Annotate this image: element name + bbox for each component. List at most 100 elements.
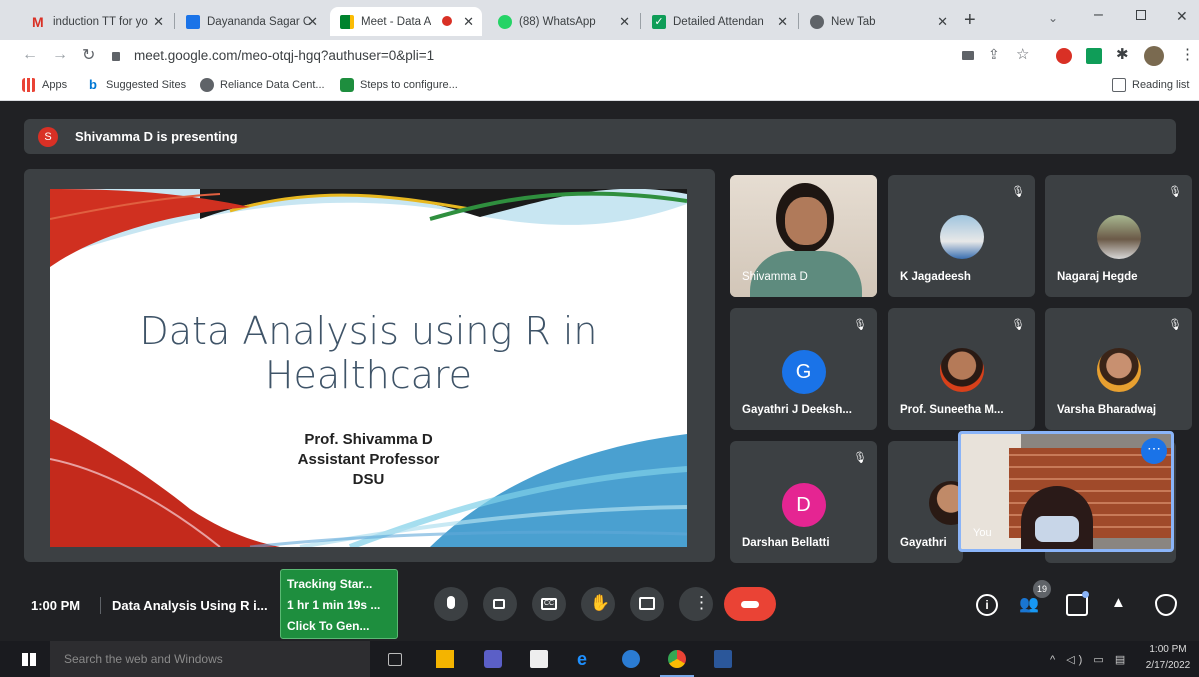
bookmark-app-icon	[340, 78, 354, 92]
reading-list-label: Reading list	[1132, 79, 1190, 91]
close-tab-icon[interactable]: ✕	[153, 14, 164, 30]
bing-icon: b	[89, 77, 97, 92]
bookmark-label: Suggested Sites	[106, 79, 187, 91]
word-icon[interactable]	[714, 650, 732, 668]
attendance-tracker-popup[interactable]: Tracking Star... 1 hr 1 min 19s ... Clic…	[280, 569, 398, 639]
reading-list-button[interactable]: Reading list	[1112, 78, 1189, 92]
bookmark-star-icon[interactable]: ☆	[1016, 45, 1029, 63]
mic-button[interactable]	[434, 587, 468, 621]
tab-meet[interactable]: Meet - Data A ✕	[330, 7, 482, 36]
close-tab-icon[interactable]: ✕	[463, 14, 474, 30]
system-tray-icons[interactable]: ^ ◁) ▭ ▤	[1050, 653, 1129, 666]
leave-call-button[interactable]	[724, 587, 776, 621]
close-tab-icon[interactable]: ✕	[777, 14, 788, 30]
slide-title-line2: Healthcare	[264, 353, 473, 397]
extensions-puzzle-icon[interactable]: ✱	[1116, 45, 1129, 63]
edge-icon[interactable]: e	[577, 650, 587, 668]
taskbar-search-box[interactable]: Search the web and Windows	[50, 641, 370, 677]
participant-tile-suneetha[interactable]: 🎙 Prof. Suneetha M...	[888, 308, 1035, 430]
participant-name: Nagaraj Hegde	[1057, 271, 1138, 283]
meet-icon	[340, 14, 354, 29]
self-view-more-icon[interactable]: ⋯	[1141, 438, 1167, 464]
bookmark-apps[interactable]: Apps	[22, 78, 67, 92]
participant-tile-nagaraj-hegde[interactable]: 🎙 Nagaraj Hegde	[1045, 175, 1192, 297]
captions-icon: CC	[541, 598, 557, 610]
participant-avatar	[1096, 348, 1141, 392]
participant-count-badge: 19	[1033, 580, 1051, 598]
bookmark-reliance[interactable]: Reliance Data Cent...	[200, 78, 325, 92]
meeting-details-icon[interactable]: i	[976, 594, 998, 616]
file-explorer-icon[interactable]	[436, 650, 454, 668]
participant-tile-darshan[interactable]: 🎙 D Darshan Bellatti	[730, 441, 877, 563]
present-now-button[interactable]	[630, 587, 664, 621]
back-icon[interactable]: ←	[22, 46, 38, 64]
self-view-tile[interactable]: You ⋯	[958, 431, 1174, 552]
chrome-taskbar-icon[interactable]	[668, 650, 686, 668]
chrome-icon	[810, 14, 824, 29]
task-view-icon[interactable]	[388, 653, 402, 666]
url-bar[interactable]: meet.google.com/meo-otqj-hgq?authuser=0&…	[108, 44, 948, 68]
bookmark-label: Steps to configure...	[360, 79, 458, 91]
store-icon[interactable]	[530, 650, 548, 668]
more-vert-icon: ⋮	[693, 593, 710, 612]
participant-tile-shivamma[interactable]: Shivamma D	[730, 175, 877, 297]
participant-name: Prof. Suneetha M...	[900, 404, 1004, 416]
browser-tab-bar: M induction TT for yo ✕ Dayananda Sagar …	[0, 0, 1199, 40]
teams-icon[interactable]	[484, 650, 502, 668]
close-tab-icon[interactable]: ✕	[619, 14, 630, 30]
presenting-text: Shivamma D is presenting	[75, 129, 238, 144]
windows-start-icon[interactable]	[22, 653, 36, 666]
tab-attendance[interactable]: ✓ Detailed Attendan ✕	[642, 7, 796, 36]
presenting-banner: S Shivamma D is presenting	[24, 119, 1176, 154]
bookmark-suggested-sites[interactable]: b Suggested Sites	[86, 78, 186, 92]
tab-whatsapp[interactable]: (88) WhatsApp ✕	[488, 7, 638, 36]
tab-label: Meet - Data A	[361, 15, 431, 28]
mic-icon	[447, 596, 455, 609]
participant-name: K Jagadeesh	[900, 271, 971, 283]
participant-tile-gayathri[interactable]: Gayathri	[888, 441, 963, 563]
tracker-duration: 1 hr 1 min 19s ...	[287, 598, 381, 612]
close-tab-icon[interactable]: ✕	[937, 14, 948, 30]
app-icon[interactable]	[622, 650, 640, 668]
bookmark-label: Reliance Data Cent...	[220, 79, 325, 91]
self-view-mask	[1035, 516, 1079, 542]
tab-search-chevron-icon[interactable]: ⌄	[1048, 11, 1058, 25]
presenter-avatar: S	[38, 127, 58, 147]
camera-button[interactable]	[483, 587, 517, 621]
raise-hand-button[interactable]: ✋	[581, 587, 615, 621]
more-options-button[interactable]: ⋮	[679, 587, 713, 621]
tracker-generate-link[interactable]: Click To Gen...	[287, 616, 391, 637]
bookmarks-bar: Apps b Suggested Sites Reliance Data Cen…	[0, 72, 1199, 101]
mic-off-icon: 🎙	[853, 319, 867, 331]
reload-icon[interactable]: ↻	[82, 45, 95, 65]
extension-record-icon[interactable]	[1056, 48, 1072, 64]
tab-new-tab[interactable]: New Tab ✕	[800, 7, 956, 36]
participant-tile-k-jagadeesh[interactable]: 🎙 K Jagadeesh	[888, 175, 1035, 297]
minimize-icon[interactable]: –	[1094, 6, 1103, 24]
share-icon[interactable]: ⇪	[988, 46, 1000, 63]
bookmark-steps[interactable]: Steps to configure...	[340, 78, 458, 92]
activities-icon[interactable]: ▲	[1111, 594, 1133, 616]
participant-tile-gayathri-j[interactable]: 🎙 G Gayathri J Deeksh...	[730, 308, 877, 430]
video-person-face	[785, 197, 827, 245]
camera-icon	[493, 599, 505, 609]
maximize-icon[interactable]	[1136, 10, 1146, 20]
meeting-title: Data Analysis Using R i...	[112, 598, 268, 613]
tab-gmail[interactable]: M induction TT for yo ✕	[22, 7, 172, 36]
mic-off-icon: 🎙	[1168, 319, 1182, 331]
captions-button[interactable]: CC	[532, 587, 566, 621]
new-tab-plus-icon[interactable]: +	[964, 9, 976, 32]
menu-kebab-icon[interactable]: ⋮	[1180, 45, 1195, 63]
forward-icon[interactable]: →	[52, 46, 68, 64]
tab-calendar[interactable]: Dayananda Sagar C ✕	[176, 7, 326, 36]
camera-icon[interactable]	[962, 51, 974, 60]
mic-off-icon: 🎙	[853, 452, 867, 464]
separator	[100, 597, 101, 614]
slide: Data Analysis using R in Healthcare Prof…	[50, 189, 687, 547]
close-tab-icon[interactable]: ✕	[307, 14, 318, 30]
extension-check-icon[interactable]	[1086, 48, 1102, 64]
close-window-icon[interactable]: ✕	[1176, 8, 1188, 25]
profile-avatar[interactable]	[1144, 46, 1164, 66]
participant-avatar	[939, 215, 984, 259]
participant-tile-varsha[interactable]: 🎙 Varsha Bharadwaj	[1045, 308, 1192, 430]
